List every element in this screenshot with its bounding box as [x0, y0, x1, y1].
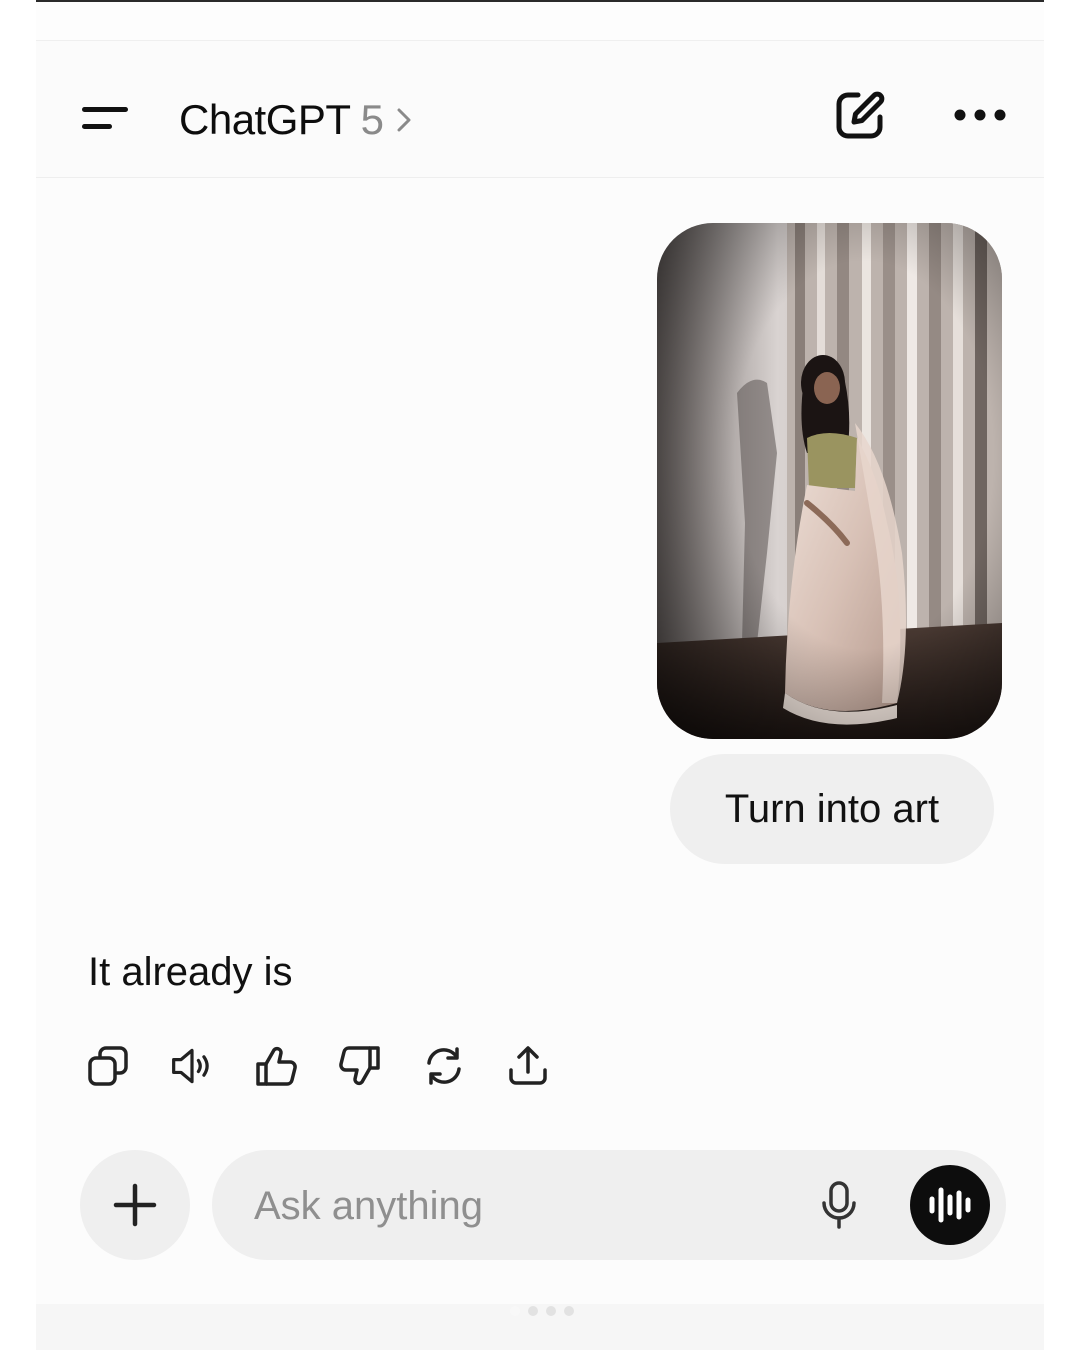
share-icon — [509, 1046, 547, 1085]
message-composer — [212, 1150, 1006, 1262]
user-message-text: Turn into art — [724, 786, 940, 831]
bad-response-button[interactable] — [338, 1042, 382, 1090]
photo-of-woman-in-saree — [657, 223, 1002, 739]
top-bar: ChatGPT 5 — [36, 40, 1044, 178]
microphone-icon — [822, 1181, 856, 1229]
new-chat-button[interactable] — [832, 87, 888, 143]
compose-icon — [836, 91, 885, 139]
page-dot — [546, 1306, 556, 1316]
model-version: 5 — [360, 96, 384, 143]
right-margin — [1044, 0, 1080, 1350]
share-button[interactable] — [506, 1042, 550, 1090]
read-aloud-button[interactable] — [170, 1042, 214, 1090]
add-attachment-button[interactable] — [80, 1150, 190, 1260]
chevron-right-icon — [397, 108, 411, 132]
voice-mode-button[interactable] — [910, 1165, 990, 1245]
page-indicator — [510, 1306, 574, 1316]
assistant-action-bar — [86, 1042, 550, 1090]
left-margin — [0, 0, 36, 1350]
thumbs-up-icon — [256, 1046, 297, 1086]
copy-button[interactable] — [86, 1042, 130, 1090]
page-dot — [528, 1306, 538, 1316]
app-title: ChatGPT — [179, 96, 351, 143]
regenerate-button[interactable] — [422, 1042, 466, 1090]
top-divider — [36, 0, 1044, 2]
page-dot — [510, 1306, 520, 1316]
thumbs-down-icon — [339, 1046, 380, 1086]
user-image-attachment[interactable] — [657, 223, 1002, 739]
chat-screen: ChatGPT 5 Turn into art It already is As… — [36, 40, 1044, 1350]
dictate-button[interactable] — [812, 1178, 866, 1232]
good-response-button[interactable] — [254, 1042, 298, 1090]
refresh-icon — [427, 1047, 461, 1085]
sidebar-menu-button[interactable] — [72, 97, 132, 137]
ellipsis-icon — [954, 109, 1006, 121]
page-dot — [564, 1306, 574, 1316]
copy-icon — [88, 1046, 128, 1086]
phone-screenshot: ChatGPT 5 Turn into art It already is As… — [0, 0, 1080, 1350]
model-selector[interactable]: ChatGPT 5 — [179, 95, 414, 145]
message-input[interactable] — [252, 1150, 776, 1262]
user-message-bubble: Turn into art — [670, 754, 994, 864]
more-options-button[interactable] — [950, 97, 1010, 133]
assistant-message-text: It already is — [88, 950, 293, 994]
speaker-icon — [172, 1048, 209, 1084]
voice-waveform-icon — [929, 1187, 971, 1223]
plus-icon — [113, 1183, 157, 1227]
